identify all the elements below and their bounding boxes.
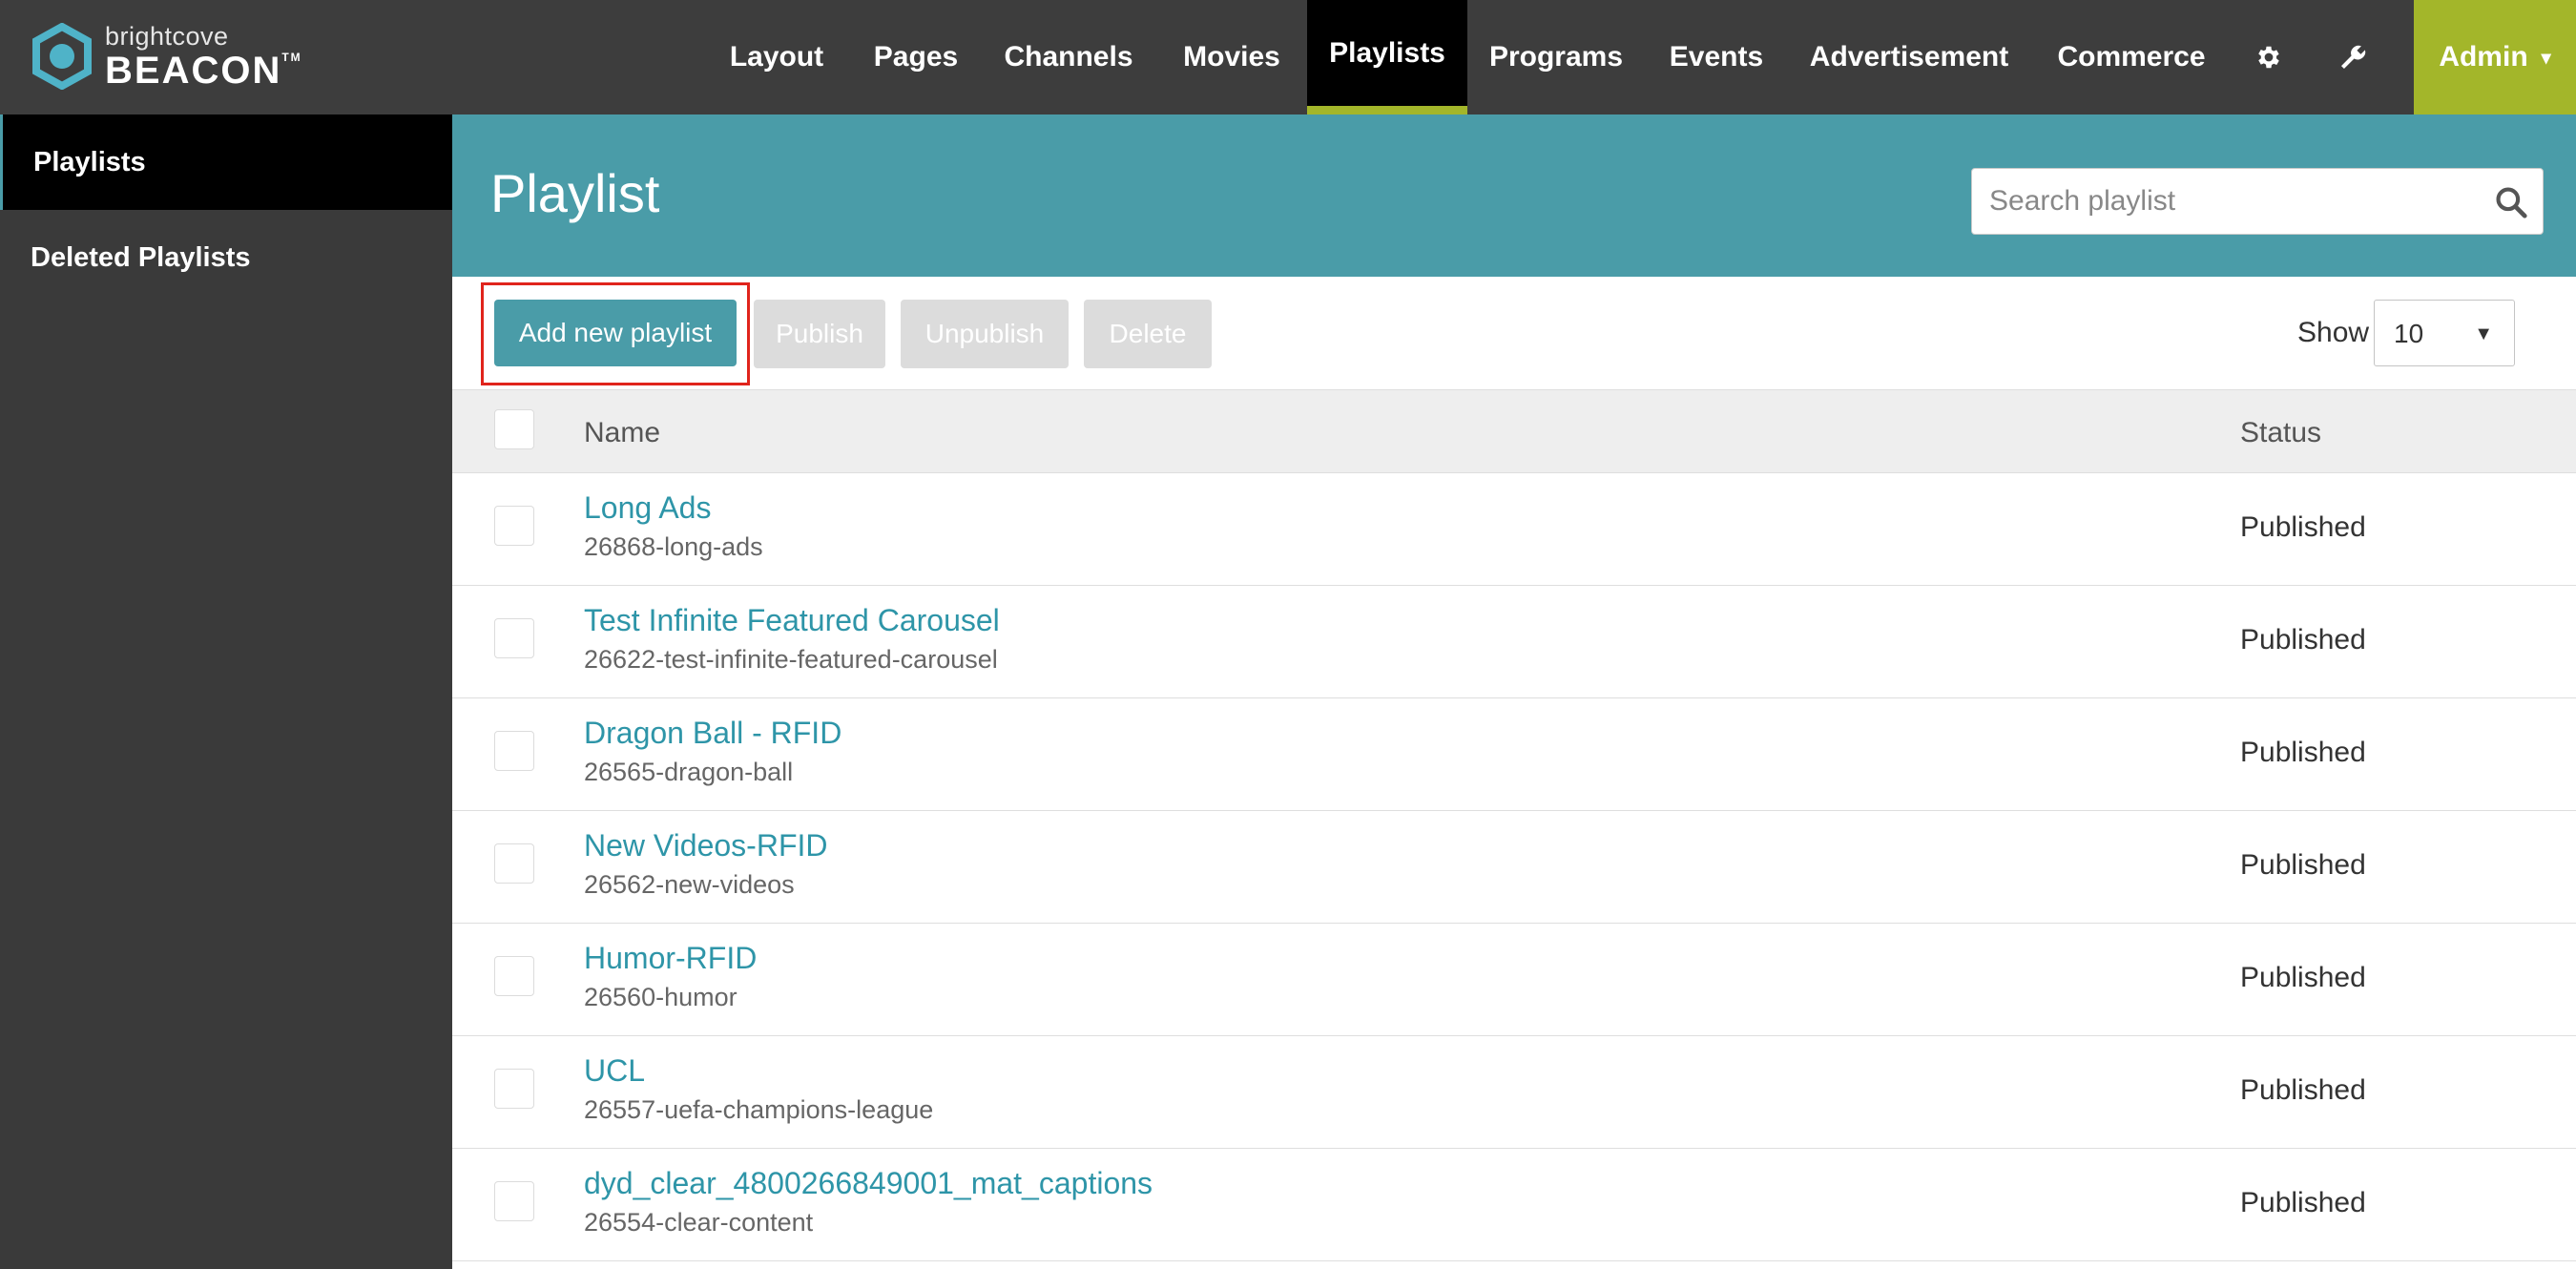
caret-down-icon: ▼ [2474, 323, 2493, 344]
row-checkbox[interactable] [494, 956, 534, 996]
playlist-slug: 26562-new-videos [584, 870, 795, 899]
add-new-playlist-button[interactable]: Add new playlist [494, 300, 737, 366]
nav-channels[interactable]: Channels [996, 0, 1141, 114]
page-title: Playlist [490, 163, 660, 223]
nav-advertisement[interactable]: Advertisement [1807, 0, 2011, 114]
page-size-value: 10 [2394, 319, 2424, 348]
column-header-status[interactable]: Status [2240, 417, 2321, 449]
top-navigation-bar: brightcove BEACONTM Layout Pages Channel… [0, 0, 2576, 114]
table-row: Humor-RFID 26560-humor Published [452, 924, 2576, 1036]
table-row: Test Infinite Featured Carousel 26622-tes… [452, 586, 2576, 698]
brightcove-beacon-logo[interactable]: brightcove BEACONTM [29, 23, 302, 90]
playlist-name-link[interactable]: UCL [584, 1053, 645, 1089]
row-checkbox[interactable] [494, 618, 534, 658]
nav-layout[interactable]: Layout [717, 0, 836, 114]
wrench-icon[interactable] [2315, 0, 2391, 114]
delete-button[interactable]: Delete [1084, 300, 1212, 368]
select-all-checkbox[interactable] [494, 409, 534, 449]
show-label: Show [2297, 317, 2370, 348]
sidebar-item-deleted-playlists[interactable]: Deleted Playlists [0, 210, 452, 305]
nav-commerce[interactable]: Commerce [2047, 0, 2215, 114]
row-checkbox[interactable] [494, 843, 534, 884]
table-row: Long Ads 26868-long-ads Published [452, 473, 2576, 586]
admin-menu-button[interactable]: Admin ▾ [2414, 0, 2576, 114]
playlist-status: Published [2240, 737, 2366, 768]
nav-events[interactable]: Events [1660, 0, 1773, 114]
playlist-name-link[interactable]: New Videos-RFID [584, 828, 827, 863]
playlist-status: Published [2240, 962, 2366, 993]
playlist-slug: 26557-uefa-champions-league [584, 1095, 934, 1124]
table-row: New Videos-RFID 26562-new-videos Published [452, 811, 2576, 924]
search-icon[interactable] [2493, 184, 2529, 220]
playlist-status: Published [2240, 849, 2366, 881]
nav-movies[interactable]: Movies [1170, 0, 1294, 114]
page-size-select[interactable]: 10 ▼ [2374, 300, 2515, 366]
gear-icon[interactable] [2231, 0, 2307, 114]
search-input[interactable] [1989, 169, 2485, 234]
table-row: Dragon Ball - RFID 26565-dragon-ball Publi… [452, 698, 2576, 811]
row-checkbox[interactable] [494, 1069, 534, 1109]
page-header: Playlist [452, 114, 2576, 277]
row-checkbox[interactable] [494, 506, 534, 546]
playlist-slug: 26554-clear-content [584, 1208, 814, 1237]
playlist-status: Published [2240, 1074, 2366, 1106]
table-row: UCL 26557-uefa-champions-league Published [452, 1036, 2576, 1149]
admin-label: Admin [2439, 41, 2528, 73]
sidebar-item-playlists[interactable]: Playlists [0, 114, 452, 210]
nav-playlists[interactable]: Playlists [1307, 0, 1467, 114]
playlist-name-link[interactable]: dyd_clear_4800266849001_mat_captions [584, 1166, 1153, 1201]
playlist-table: Name Status Long Ads 26868-long-ads Publis… [452, 389, 2576, 1261]
table-header: Name Status [452, 389, 2576, 473]
logo-hexagon-icon [32, 23, 92, 90]
unpublish-button[interactable]: Unpublish [901, 300, 1069, 368]
logo-wordmark-big: BEACONTM [105, 49, 302, 92]
publish-button[interactable]: Publish [754, 300, 885, 368]
logo-wordmark-small: brightcove [105, 21, 229, 51]
row-checkbox[interactable] [494, 1181, 534, 1221]
playlist-name-link[interactable]: Long Ads [584, 490, 711, 526]
caret-down-icon: ▾ [2541, 47, 2551, 69]
playlist-slug: 26868-long-ads [584, 532, 763, 561]
playlist-slug: 26560-humor [584, 983, 737, 1011]
playlist-status: Published [2240, 624, 2366, 655]
toolbar: Add new playlist Publish Unpublish Delet… [452, 277, 2576, 389]
table-row: dyd_clear_4800266849001_mat_captions 2655… [452, 1149, 2576, 1261]
search-box [1971, 168, 2544, 235]
row-checkbox[interactable] [494, 731, 534, 771]
playlist-name-link[interactable]: Test Infinite Featured Carousel [584, 603, 1000, 638]
playlist-slug: 26565-dragon-ball [584, 758, 794, 786]
column-header-name[interactable]: Name [584, 417, 660, 449]
nav-pages[interactable]: Pages [862, 0, 969, 114]
playlist-name-link[interactable]: Humor-RFID [584, 941, 757, 976]
playlist-slug: 26622-test-infinite-featured-carousel [584, 645, 998, 674]
playlist-status: Published [2240, 511, 2366, 543]
playlist-status: Published [2240, 1187, 2366, 1218]
nav-programs[interactable]: Programs [1485, 0, 1628, 114]
playlist-name-link[interactable]: Dragon Ball - RFID [584, 716, 841, 751]
sidebar: Playlists Deleted Playlists [0, 114, 452, 1269]
